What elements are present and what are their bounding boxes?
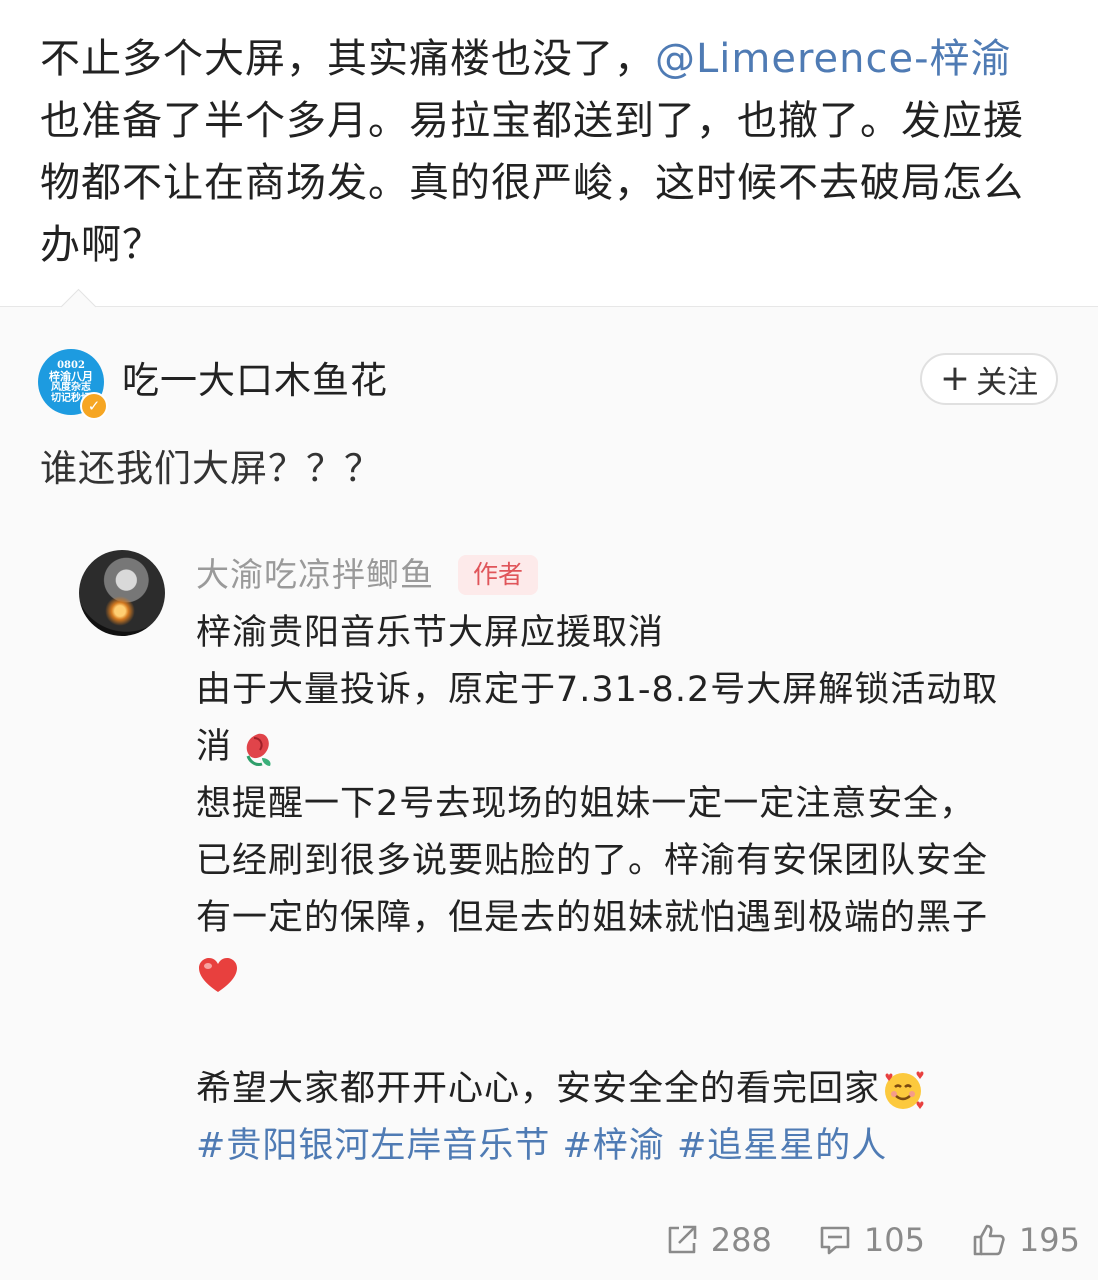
red-heart-emoji	[199, 958, 237, 992]
original-line-text: 消	[196, 727, 233, 767]
repost-count: 288	[710, 1221, 772, 1259]
repost-button[interactable]: 288	[665, 1221, 772, 1259]
avatar-text: 风度杂志	[51, 382, 91, 393]
follow-label: 关注	[976, 364, 1039, 401]
smiling-face-with-hearts-emoji	[885, 1071, 924, 1109]
like-count: 195	[1018, 1221, 1080, 1259]
original-line: 有一定的保障，但是去的姐妹就怕遇到极端的黑子	[196, 898, 989, 938]
original-line: 希望大家都开开心心，安安全全的看完回家	[196, 1061, 1056, 1118]
avatar[interactable]	[79, 550, 165, 636]
original-line: 梓渝贵阳音乐节大屏应援取消	[196, 613, 665, 653]
comment-icon	[820, 1226, 850, 1255]
original-line: 由于大量投诉，原定于7.31-8.2号大屏解锁活动取	[196, 670, 999, 710]
post-body: 不止多个大屏，其实痛楼也没了，@Limerence-梓渝也准备了半个多月。易拉宝…	[0, 0, 1098, 306]
repost-username[interactable]: 吃一大口木鱼花	[122, 356, 388, 406]
post-actions: 288 105 195	[600, 1214, 1080, 1266]
original-line: 已经刷到很多说要贴脸的了。梓渝有安保团队安全	[196, 841, 989, 881]
original-line	[196, 947, 1056, 1004]
avatar-glow	[105, 596, 135, 626]
thumbs-up-icon	[973, 1224, 1005, 1256]
original-line: 想提醒一下2号去现场的姐妹一定一定注意安全，	[196, 784, 976, 824]
comment-count: 105	[863, 1221, 925, 1259]
like-button[interactable]: 195	[971, 1221, 1080, 1259]
author-badge: 作者	[458, 555, 538, 595]
repost-text: 谁还我们大屏？？？	[40, 447, 382, 490]
topic-link[interactable]: #追星星的人	[677, 1126, 887, 1166]
original-text: 梓渝贵阳音乐节大屏应援取消 由于大量投诉，原定于7.31-8.2号大屏解锁活动取…	[196, 605, 1056, 1175]
wilted-rose-emoji	[246, 733, 271, 766]
original-line: 消	[196, 719, 1056, 776]
plus-icon: +	[939, 358, 971, 399]
mention-link[interactable]: @Limerence-梓渝	[655, 36, 1012, 82]
original-line-text: 希望大家都开开心心，安安全全的看完回家	[196, 1069, 881, 1109]
topic-link[interactable]: #贵阳银河左岸音乐节	[196, 1126, 550, 1166]
topics-line: #贵阳银河左岸音乐节 #梓渝 #追星星的人	[196, 1118, 1056, 1175]
original-username[interactable]: 大渝吃凉拌鲫鱼	[196, 552, 434, 598]
topic-link[interactable]: #梓渝	[562, 1126, 664, 1166]
post-text-part: 不止多个大屏，其实痛楼也没了，	[40, 36, 655, 82]
verified-badge-icon: ✓	[80, 392, 108, 420]
follow-button[interactable]: + 关注	[920, 353, 1058, 405]
share-icon	[668, 1225, 697, 1254]
avatar-text: 梓渝八月	[49, 370, 93, 383]
comment-button[interactable]: 105	[818, 1221, 925, 1259]
post-text: 不止多个大屏，其实痛楼也没了，@Limerence-梓渝也准备了半个多月。易拉宝…	[40, 28, 1050, 276]
post-text-part: 也准备了半个多月。易拉宝都送到了，也撤了。发应援物都不让在商场发。真的很严峻，这…	[40, 98, 1024, 268]
